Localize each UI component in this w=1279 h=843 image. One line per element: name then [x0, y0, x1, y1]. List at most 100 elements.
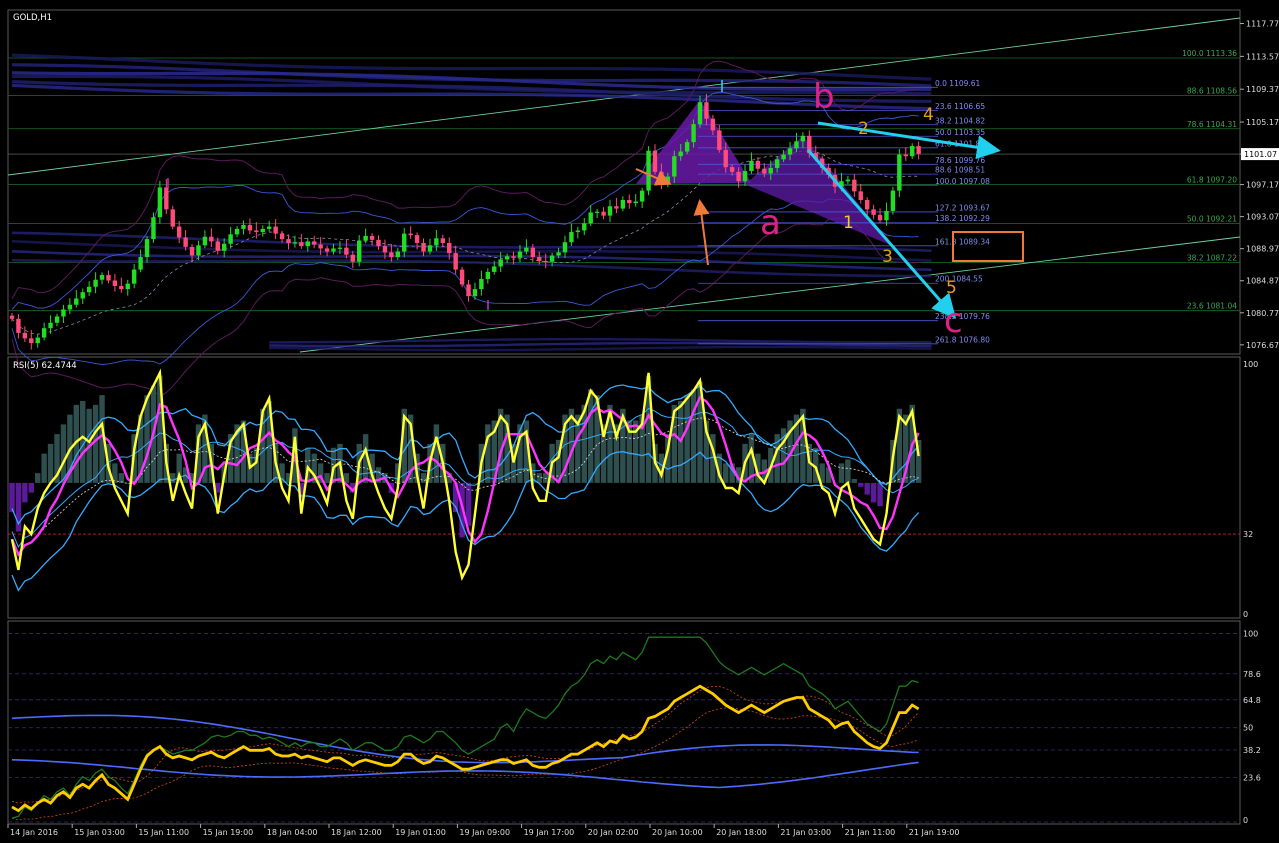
fib-mid-label: 127.2 1093.67 — [935, 203, 990, 212]
time-axis-label: 21 Jan 19:00 — [909, 828, 960, 837]
symbol-label: GOLD,H1 — [13, 13, 52, 23]
candle-body — [614, 206, 619, 209]
fib-mid-label: 78.6 1099.76 — [935, 156, 985, 165]
candle-body — [241, 225, 246, 229]
time-axis-label: 15 Jan 19:00 — [203, 828, 254, 837]
candle-body — [119, 285, 124, 290]
candle-body — [54, 316, 60, 323]
candle-body — [35, 337, 40, 344]
candle-body — [286, 239, 291, 243]
candle-body — [504, 256, 510, 260]
time-axis-label: 20 Jan 02:00 — [588, 828, 639, 837]
candle-body — [125, 283, 130, 290]
candle-body — [723, 149, 728, 168]
rsi-axis-label: 100 — [1243, 360, 1258, 369]
candle-body — [273, 226, 278, 234]
mt4-chart-window[interactable]: 100.0 1113.36 88.6 1108.56 78.6 1104.31 61.… — [0, 0, 1279, 839]
candle-body — [890, 190, 896, 211]
fib-right-label: 23.6 1081.04 — [1187, 302, 1237, 311]
candle-body — [80, 292, 85, 299]
time-axis-label: 19 Jan 01:00 — [395, 828, 446, 837]
candle-body — [86, 286, 92, 293]
time-axis-label: 18 Jan 04:00 — [267, 828, 318, 837]
indicator3-axis-label: 50 — [1243, 724, 1253, 733]
rsi-histogram-bar — [838, 463, 845, 483]
rsi-histogram-bar — [870, 482, 877, 503]
candle-body — [704, 102, 709, 119]
candle-body — [93, 279, 98, 287]
time-axis-label: 19 Jan 17:00 — [524, 828, 575, 837]
candle-body — [620, 199, 626, 209]
candle-body — [601, 211, 606, 216]
candle-body — [267, 226, 272, 229]
ma-band-bottom — [269, 345, 932, 352]
candle-body — [106, 275, 111, 281]
price-axis-label: 1113.57 — [1246, 52, 1279, 61]
candle-body — [858, 191, 863, 200]
candle-body — [594, 211, 600, 213]
candle-body — [684, 142, 690, 152]
candle-body — [736, 171, 741, 182]
rsi-histogram-bar — [485, 424, 491, 483]
candle-body — [427, 245, 433, 252]
rsi-histogram-bar — [9, 482, 15, 513]
indicator3-axis-label: 23.6 — [1243, 773, 1261, 782]
candle-body — [131, 269, 137, 284]
candle-body — [453, 253, 458, 270]
candle-body — [228, 234, 233, 244]
fib-mid-label: 161.8 1089.34 — [935, 237, 990, 246]
candle-body — [864, 199, 870, 210]
candle-body — [151, 217, 156, 240]
ma-band-low — [11, 240, 932, 262]
candle-body — [556, 252, 561, 256]
fib-mid-label: 138.2 1092.29 — [935, 214, 990, 223]
rsi-histogram-bar — [845, 459, 851, 483]
candle-body — [710, 118, 716, 131]
candle-body — [196, 245, 201, 256]
candle-body — [61, 309, 66, 317]
candle-body — [164, 187, 169, 210]
candle-body — [157, 187, 163, 218]
candle-body — [781, 154, 786, 160]
candle-body — [189, 246, 195, 256]
time-axis-label: 20 Jan 18:00 — [716, 828, 767, 837]
fib-mid-label: 88.6 1098.51 — [935, 166, 985, 175]
indicator3-red-band — [11, 707, 919, 821]
fib-mid-label: 200 1084.55 — [935, 275, 983, 284]
candle-body — [215, 241, 220, 251]
current-price-label: 1101.07 — [1244, 150, 1277, 159]
rsi-histogram-bar — [420, 473, 427, 483]
price-axis-label: 1084.87 — [1246, 277, 1279, 286]
price-axis-label: 1105.17 — [1246, 118, 1279, 127]
candle-body — [672, 156, 677, 177]
candle-body — [247, 225, 253, 231]
candle-body — [607, 206, 613, 216]
candle-body — [16, 318, 21, 333]
wave-number-2: 2 — [858, 119, 869, 139]
fib-mid-label: 23.6 1106.65 — [935, 102, 985, 111]
candle-body — [582, 223, 587, 231]
candle-body — [389, 252, 394, 258]
fib-right-label: 50.0 1092.21 — [1187, 214, 1237, 223]
candle-body — [292, 242, 298, 244]
fib-mid-label: 0.0 1109.61 — [935, 79, 981, 88]
candle-body — [530, 247, 536, 258]
candle-body — [794, 141, 799, 149]
candle-body — [357, 240, 362, 262]
candle-body — [575, 230, 581, 233]
candle-body — [749, 160, 754, 172]
candle-body — [408, 233, 413, 236]
candle-body — [434, 238, 439, 246]
candle-body — [74, 298, 79, 305]
chart-canvas[interactable]: 100.0 1113.36 88.6 1108.56 78.6 1104.31 61.… — [0, 0, 1279, 839]
candle-body — [382, 246, 388, 253]
rsi-histogram-bar — [433, 424, 440, 483]
time-axis-label: 18 Jan 12:00 — [331, 828, 382, 837]
candle-body — [472, 289, 478, 297]
price-axis-label: 1097.17 — [1246, 181, 1279, 190]
time-axis-label: 21 Jan 03:00 — [780, 828, 831, 837]
rsi-histogram-bar — [22, 482, 28, 503]
candle-body — [67, 304, 73, 310]
rsi-histogram-bar — [877, 482, 883, 507]
candle-body — [884, 210, 889, 221]
